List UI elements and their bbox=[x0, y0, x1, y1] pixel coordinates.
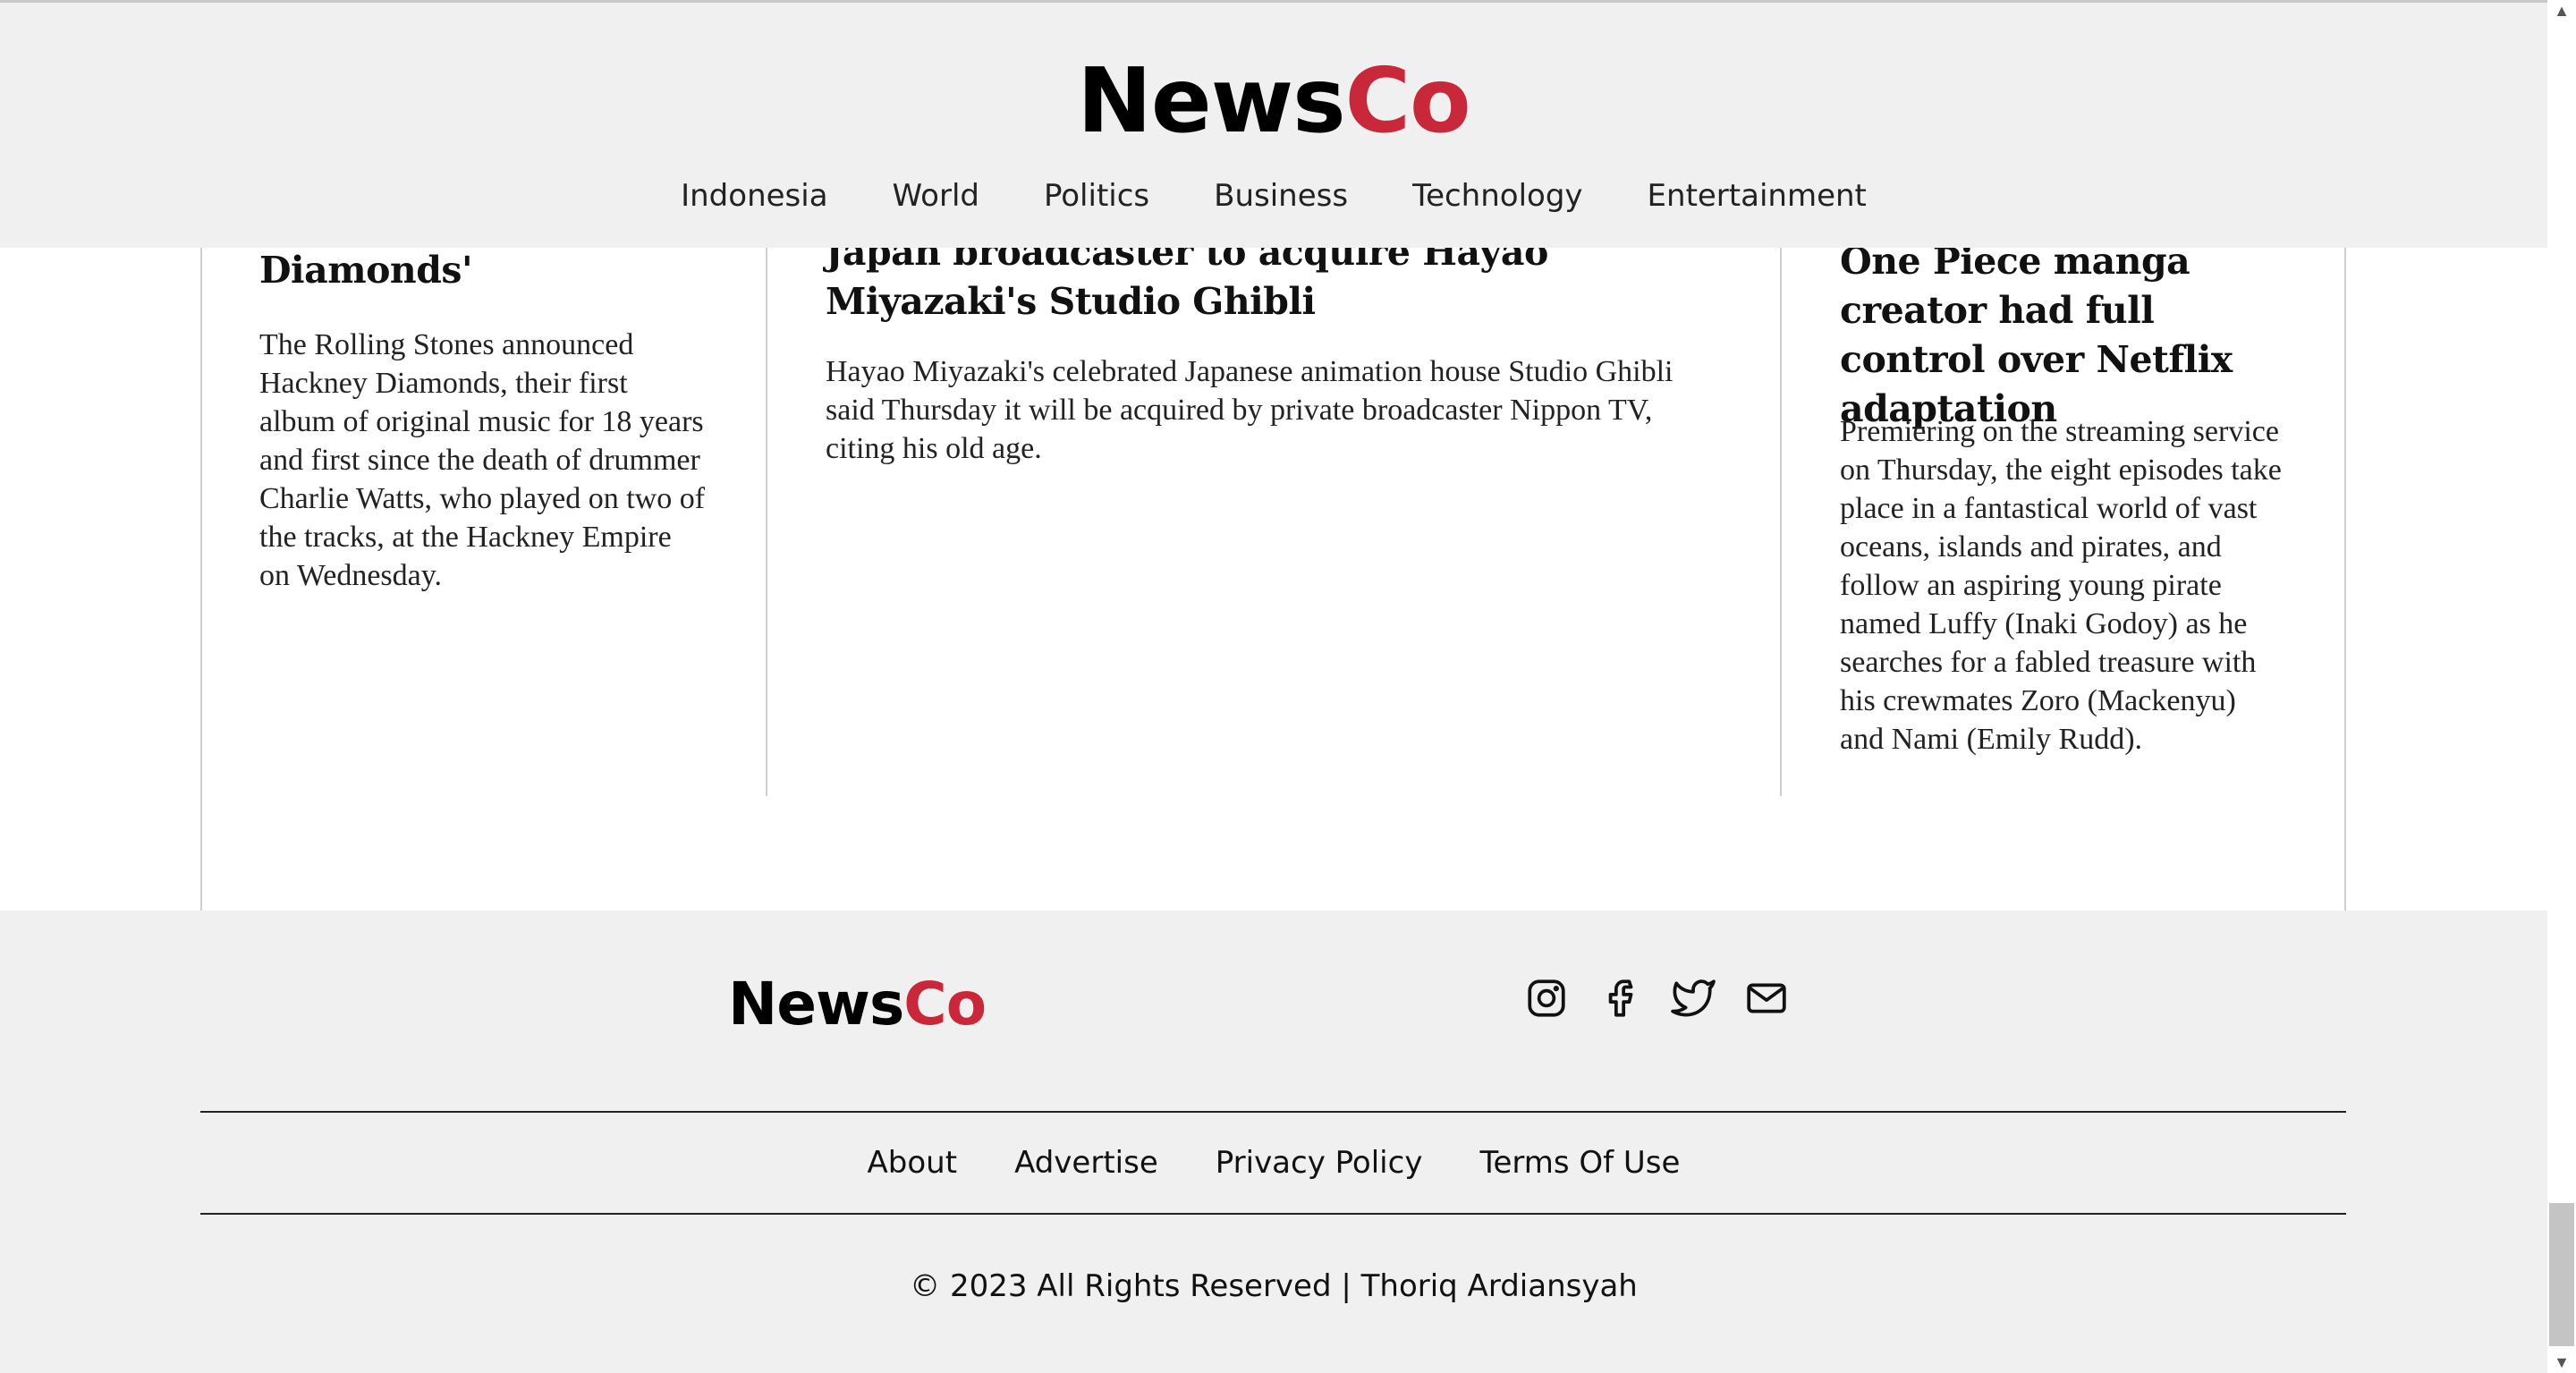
nav-item-entertainment[interactable]: Entertainment bbox=[1648, 178, 1867, 214]
main-nav: Indonesia World Politics Business Techno… bbox=[0, 178, 2547, 214]
footer-link-terms-of-use[interactable]: Terms Of Use bbox=[1479, 1145, 1680, 1181]
facebook-icon[interactable] bbox=[1597, 976, 1642, 1021]
logo-news-text: News bbox=[728, 970, 904, 1038]
copyright-text: © 2023 All Rights Reserved | Thoriq Ardi… bbox=[910, 1268, 1638, 1304]
footer-nav: About Advertise Privacy Policy Terms Of … bbox=[0, 1145, 2547, 1181]
nav-item-world[interactable]: World bbox=[893, 178, 979, 214]
article-summary: Premiering on the streaming service on T… bbox=[1840, 415, 2282, 756]
social-links bbox=[1524, 976, 1789, 1021]
footer-link-about[interactable]: About bbox=[868, 1145, 958, 1181]
footer-divider-bottom bbox=[200, 1213, 2346, 1215]
site-header: NewsCo Indonesia World Politics Business… bbox=[0, 0, 2547, 248]
footer-logo[interactable]: NewsCo bbox=[728, 969, 987, 1040]
scroll-down-arrow-icon[interactable]: ▼ bbox=[2547, 1352, 2576, 1373]
column-divider bbox=[1780, 179, 1782, 796]
footer-link-privacy-policy[interactable]: Privacy Policy bbox=[1216, 1145, 1423, 1181]
logo-co-text: Co bbox=[1344, 48, 1471, 153]
footer-divider-top bbox=[200, 1111, 2346, 1113]
page-viewport: Diamonds' The Rolling Stones announced H… bbox=[0, 0, 2547, 1373]
nav-item-business[interactable]: Business bbox=[1214, 178, 1348, 214]
nav-item-indonesia[interactable]: Indonesia bbox=[681, 178, 827, 214]
logo-news-text: News bbox=[1077, 48, 1345, 153]
article-title[interactable]: Diamonds' bbox=[259, 246, 473, 295]
column-divider bbox=[766, 179, 767, 796]
instagram-icon[interactable] bbox=[1524, 976, 1569, 1021]
article-summary: Hayao Miyazaki's celebrated Japanese ani… bbox=[826, 355, 1674, 465]
site-logo[interactable]: NewsCo bbox=[0, 52, 2547, 150]
mail-icon[interactable] bbox=[1744, 976, 1789, 1021]
article-summary: The Rolling Stones announced Hackney Dia… bbox=[259, 328, 706, 592]
scrollbar-thumb[interactable] bbox=[2549, 1203, 2574, 1346]
footer-link-advertise[interactable]: Advertise bbox=[1014, 1145, 1158, 1181]
logo-co-text: Co bbox=[903, 970, 987, 1038]
article-title[interactable]: One Piece manga creator had full control… bbox=[1840, 237, 2287, 434]
scroll-up-arrow-icon[interactable]: ▲ bbox=[2547, 0, 2576, 21]
nav-item-politics[interactable]: Politics bbox=[1044, 178, 1149, 214]
site-footer: NewsCo About Advertise Privacy Policy Te… bbox=[0, 911, 2547, 1373]
twitter-icon[interactable] bbox=[1671, 976, 1716, 1021]
page-scrollbar[interactable]: ▲ ▼ bbox=[2547, 0, 2576, 1373]
nav-item-technology[interactable]: Technology bbox=[1412, 178, 1582, 214]
